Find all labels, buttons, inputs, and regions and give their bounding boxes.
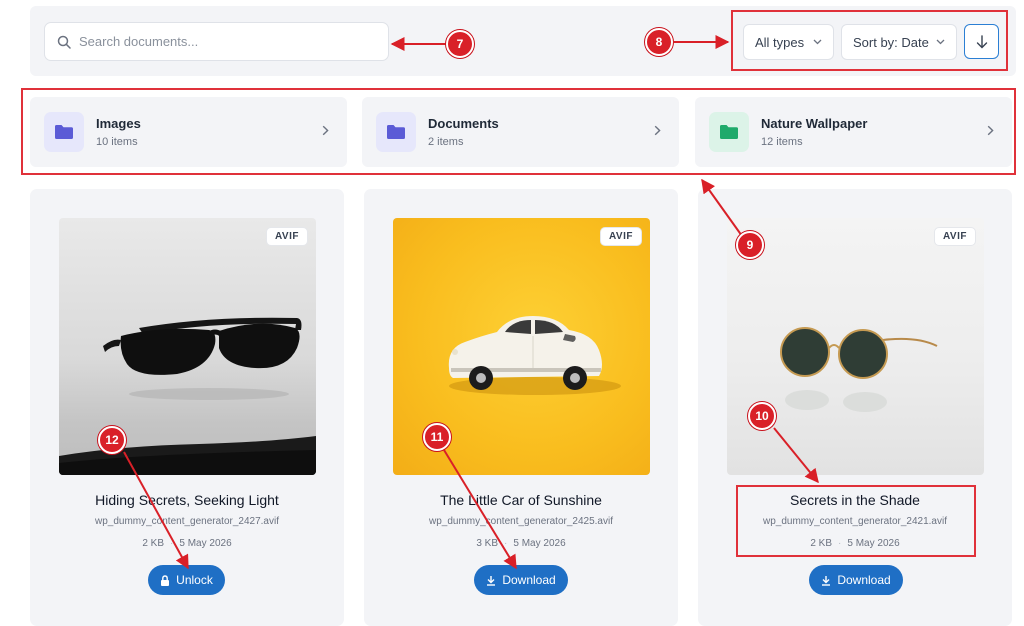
- unlock-button-label: Unlock: [176, 573, 213, 587]
- file-type-badge: AVIF: [933, 227, 976, 246]
- annotation-box-card-info: [736, 485, 976, 557]
- download-icon: [822, 575, 831, 586]
- thumbnail-round-sunglasses[interactable]: AVIF: [727, 218, 984, 475]
- file-card: AVIF The Little Car of Sunshine wp_dummy…: [364, 189, 678, 626]
- annotation-box-folders: [21, 88, 1016, 175]
- file-date: 5 May 2026: [179, 538, 232, 549]
- download-button[interactable]: Download: [809, 565, 903, 595]
- annotation-badge-9: 9: [736, 231, 764, 259]
- annotation-badge-12: 12: [98, 426, 126, 454]
- file-type-badge: AVIF: [599, 227, 642, 246]
- annotation-badge-8: 8: [645, 28, 673, 56]
- round-sunglasses-image: [780, 327, 938, 412]
- file-name: wp_dummy_content_generator_2425.avif: [428, 516, 613, 527]
- annotation-badge-11: 11: [423, 423, 451, 451]
- file-date: 5 May 2026: [513, 538, 566, 549]
- search-icon: [57, 35, 71, 49]
- unlock-button[interactable]: Unlock: [148, 565, 225, 595]
- file-name: wp_dummy_content_generator_2427.avif: [94, 516, 279, 527]
- file-size: 2 KB: [142, 538, 165, 549]
- file-meta: 2 KB · 5 May 2026: [30, 538, 344, 549]
- annotation-box-filters: [731, 10, 1008, 71]
- download-button-label: Download: [502, 573, 556, 587]
- meta-separator: ·: [170, 538, 174, 549]
- file-card: AVIF Hiding Secrets, Seeking Light wp_du…: [30, 189, 344, 626]
- download-button[interactable]: Download: [474, 565, 568, 595]
- search-input[interactable]: [79, 34, 379, 49]
- meta-separator: ·: [504, 538, 508, 549]
- download-icon: [487, 575, 496, 586]
- file-type-badge: AVIF: [265, 227, 308, 246]
- lock-icon: [161, 574, 170, 586]
- file-title: The Little Car of Sunshine: [440, 492, 602, 508]
- file-meta: 3 KB · 5 May 2026: [364, 538, 678, 549]
- search-box[interactable]: [44, 22, 389, 61]
- file-title: Hiding Secrets, Seeking Light: [95, 492, 279, 508]
- annotation-badge-7: 7: [446, 30, 474, 58]
- annotation-badge-10: 10: [748, 402, 776, 430]
- download-button-label: Download: [837, 573, 891, 587]
- file-size: 3 KB: [476, 538, 499, 549]
